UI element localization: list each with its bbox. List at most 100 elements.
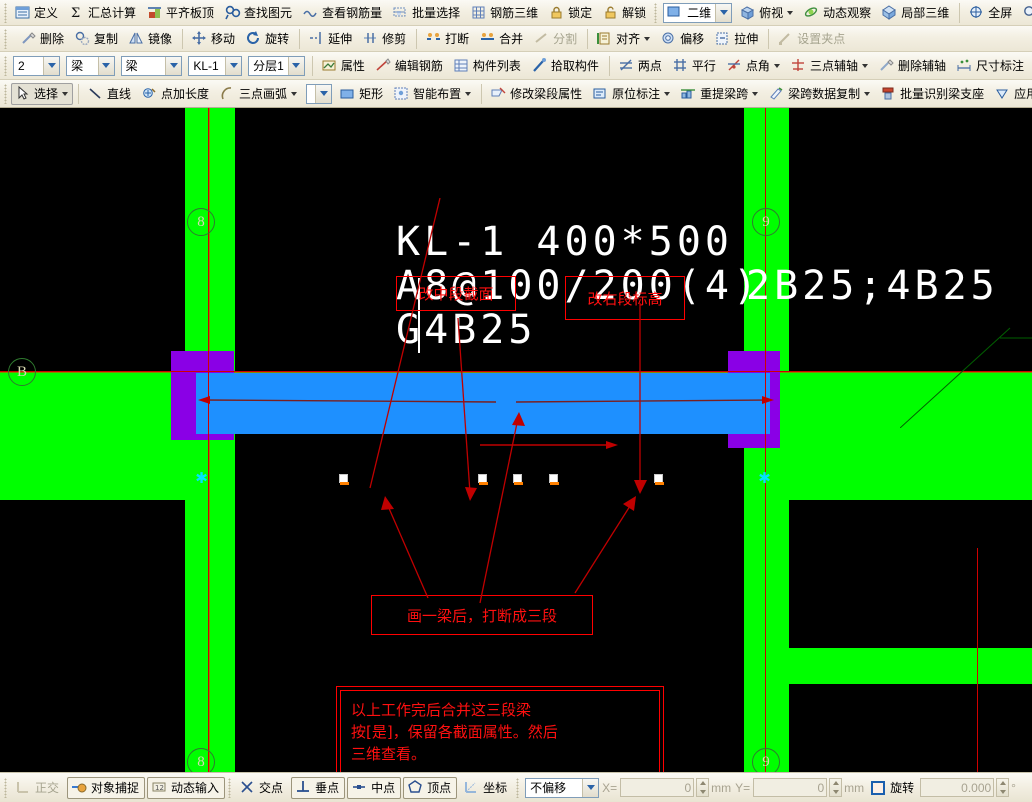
toolbar-item-span-data-copy[interactable]: 梁跨数据复制 <box>765 83 875 105</box>
toolbar-item-edit-beam-segment[interactable]: 修改梁段属性 <box>487 83 587 105</box>
toolbar-item-fullscreen[interactable]: 全屏 <box>965 2 1017 24</box>
toolbar-item-top-view[interactable]: 俯视 <box>736 2 798 24</box>
toolbar-item-set-grip[interactable]: 设置夹点 <box>774 28 850 50</box>
floor-select[interactable]: 2 <box>13 55 61 76</box>
toolbar-item-properties[interactable]: 属性 <box>318 55 370 77</box>
axis-bubble-8-bottom[interactable]: 8 <box>187 748 215 772</box>
layer-select[interactable]: 分层1 <box>248 55 305 76</box>
chevron-down-icon[interactable] <box>644 36 651 41</box>
toolbar-item-batch-identify-support[interactable]: 批量识别梁支座 <box>877 83 989 105</box>
toolbar-item-merge[interactable]: 合并 <box>476 28 528 50</box>
layer-select-dropdown-button[interactable] <box>287 56 304 75</box>
toolbar-item-apply[interactable]: 应用 <box>991 83 1032 105</box>
chevron-down-icon[interactable] <box>773 63 780 68</box>
toolbar-item-copy[interactable]: 复制 <box>71 28 123 50</box>
toolbar-item-parallel[interactable]: 平行 <box>669 55 721 77</box>
toolbar-grip[interactable] <box>4 55 7 76</box>
category-select-dropdown-button[interactable] <box>97 56 114 75</box>
chevron-down-icon[interactable] <box>787 10 794 15</box>
axis-bubble-9-bottom[interactable]: 9 <box>752 748 780 772</box>
toolbar-item-line[interactable]: 直线 <box>84 83 136 105</box>
chevron-down-icon[interactable] <box>864 91 871 96</box>
toolbar-item-unlock[interactable]: 解锁 <box>599 2 651 24</box>
toolbar-item-three-point-arc[interactable]: 三点画弧 <box>216 83 302 105</box>
toolbar-item-zoom[interactable]: 缩放 <box>1019 2 1032 24</box>
statusbar-grip-offset[interactable] <box>516 777 520 798</box>
toolbar-grip[interactable] <box>4 83 7 104</box>
category-select[interactable]: 梁 <box>66 55 115 76</box>
toolbar-item-in-situ-annotation[interactable]: 原位标注 <box>589 83 675 105</box>
status-item-object-snap[interactable]: 对象捕捉 <box>67 776 146 799</box>
toolbar-item-align[interactable]: 对齐 <box>593 28 655 50</box>
status-item-dynamic-input[interactable]: 12 动态输入 <box>147 776 226 799</box>
rotate-checkbox[interactable] <box>871 780 886 795</box>
y-coordinate-input[interactable]: 0 <box>753 778 828 797</box>
chevron-down-icon[interactable] <box>861 63 868 68</box>
toolbar-item-extend[interactable]: 延伸 <box>305 28 357 50</box>
statusbar-grip[interactable] <box>4 777 7 798</box>
toolbar-item-summary-calc[interactable]: Σ 汇总计算 <box>65 2 141 24</box>
toolbar-item-stretch[interactable]: 拉伸 <box>711 28 763 50</box>
chevron-down-icon[interactable] <box>465 91 472 96</box>
toolbar-grip-view[interactable] <box>654 2 658 23</box>
axis-bubble-9-top[interactable]: 9 <box>752 208 780 236</box>
toolbar-item-edit-rebar[interactable]: 编辑钢筋 <box>372 55 448 77</box>
toolbar-item-lock[interactable]: 锁定 <box>545 2 597 24</box>
chevron-down-icon[interactable] <box>291 91 298 96</box>
chevron-down-icon[interactable] <box>62 91 69 96</box>
statusbar-grip-snap[interactable] <box>228 777 232 798</box>
toolbar-item-rectangle[interactable]: 矩形 <box>336 83 388 105</box>
toolbar-item-rebar-3d[interactable]: 钢筋三维 <box>467 2 543 24</box>
axis-bubble-8-top[interactable]: 8 <box>187 208 215 236</box>
toolbar-grip[interactable] <box>4 28 7 49</box>
view-mode-select[interactable]: 二维 <box>663 2 733 23</box>
draw-style-select[interactable] <box>306 83 333 104</box>
member-type-select[interactable]: 梁 <box>120 55 183 76</box>
offset-mode-dropdown-button[interactable] <box>582 778 599 797</box>
toolbar-item-two-point[interactable]: 两点 <box>615 55 667 77</box>
toolbar-item-batch-select[interactable]: 批量选择 <box>389 2 465 24</box>
status-item-perpendicular[interactable]: 垂点 <box>291 776 346 799</box>
toolbar-item-point-plus-length[interactable]: 点加长度 <box>138 83 214 105</box>
toolbar-item-point-angle[interactable]: 点角 <box>723 55 785 77</box>
toolbar-item-re-extract-span[interactable]: 重提梁跨 <box>677 83 763 105</box>
toolbar-item-delete[interactable]: 删除 <box>17 28 69 50</box>
view-mode-dropdown-button[interactable] <box>715 3 732 22</box>
toolbar-item-smart-layout[interactable]: 智能布置 <box>390 83 476 105</box>
toolbar-item-split[interactable]: 分割 <box>530 28 582 50</box>
toolbar-item-break[interactable]: 打断 <box>422 28 474 50</box>
rotate-input[interactable]: 0.000 <box>920 778 995 797</box>
toolbar-item-dimension[interactable]: 尺寸标注 <box>953 55 1029 77</box>
rotate-stepper[interactable] <box>996 778 1010 797</box>
chevron-down-icon[interactable] <box>752 91 759 96</box>
axis-bubble-B-left[interactable]: B <box>8 358 36 386</box>
offset-mode-select[interactable]: 不偏移 <box>525 777 600 798</box>
toolbar-item-trim[interactable]: 修剪 <box>359 28 411 50</box>
chevron-down-icon[interactable] <box>664 91 671 96</box>
drawing-canvas[interactable]: 8 9 B 8 9 KL-1 400*500 A8@100/200(4) 2B2… <box>0 108 1032 772</box>
toolbar-item-orbit[interactable]: 动态观察 <box>800 2 876 24</box>
status-item-intersection[interactable]: 交点 <box>235 777 289 799</box>
status-item-vertex[interactable]: 顶点 <box>403 776 458 799</box>
toolbar-item-select[interactable]: 选择 <box>11 82 74 105</box>
toolbar-item-delete-aux-axis[interactable]: 删除辅轴 <box>875 55 951 77</box>
toolbar-item-move[interactable]: 移动 <box>188 28 240 50</box>
status-item-coordinate[interactable]: 坐标 <box>459 777 513 799</box>
x-coordinate-input[interactable]: 0 <box>620 778 695 797</box>
member-type-select-dropdown-button[interactable] <box>165 56 182 75</box>
toolbar-item-three-point-axis[interactable]: 三点辅轴 <box>787 55 873 77</box>
toolbar-item-local-3d[interactable]: 局部三维 <box>878 2 954 24</box>
toolbar-item-view-rebar-qty[interactable]: 查看钢筋量 <box>299 2 387 24</box>
toolbar-item-member-list[interactable]: 构件列表 <box>450 55 526 77</box>
x-coordinate-stepper[interactable] <box>696 778 710 797</box>
floor-select-dropdown-button[interactable] <box>43 56 60 75</box>
toolbar-item-mirror[interactable]: 镜像 <box>125 28 177 50</box>
status-item-ortho[interactable]: 正交 <box>11 777 65 799</box>
toolbar-item-rotate[interactable]: 旋转 <box>242 28 294 50</box>
toolbar-grip[interactable] <box>4 2 7 23</box>
member-name-select-dropdown-button[interactable] <box>225 56 242 75</box>
toolbar-item-define[interactable]: 定义 <box>11 2 63 24</box>
y-coordinate-stepper[interactable] <box>829 778 843 797</box>
draw-style-dropdown-button[interactable] <box>315 84 332 103</box>
member-name-select[interactable]: KL-1 <box>188 55 243 76</box>
